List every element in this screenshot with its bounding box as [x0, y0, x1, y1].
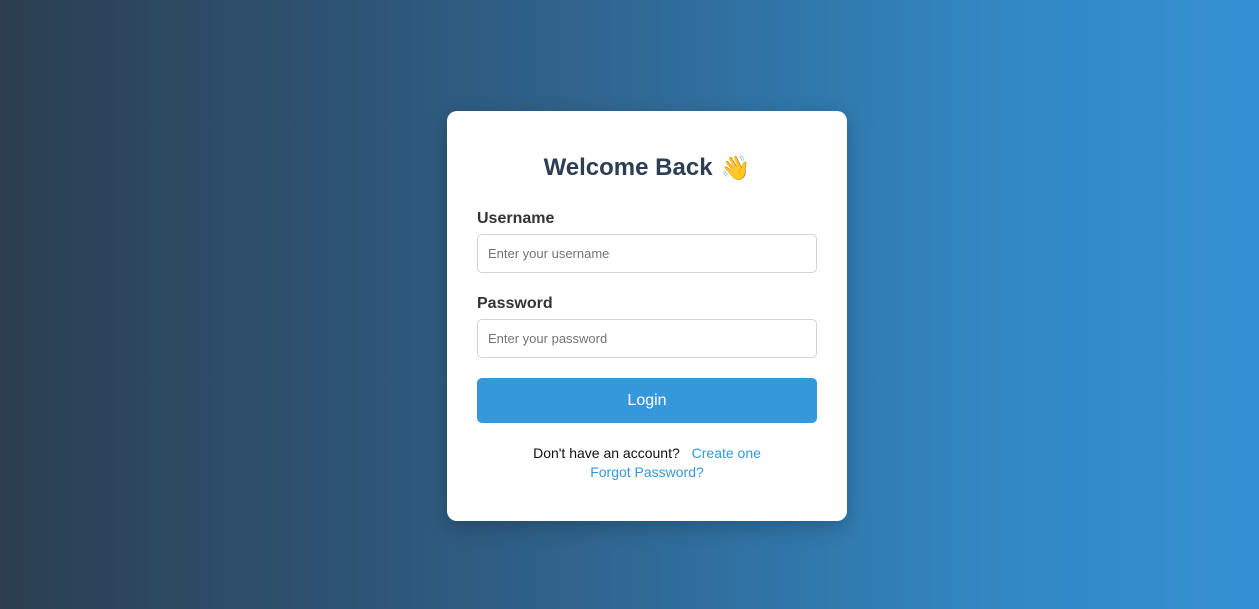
login-card: Welcome Back 👋 Username Password Login Do…	[447, 111, 847, 521]
title-text: Welcome Back	[543, 154, 713, 181]
forgot-password-link[interactable]: Forgot Password?	[590, 464, 704, 480]
username-input[interactable]	[477, 234, 817, 273]
page-title: Welcome Back 👋	[447, 153, 847, 184]
signup-prompt-text: Don't have an account?	[533, 445, 680, 461]
password-input[interactable]	[477, 319, 817, 358]
account-links: Don't have an account? Create one Forgot…	[447, 444, 847, 482]
password-label: Password	[477, 295, 553, 312]
forgot-row: Forgot Password?	[447, 463, 847, 482]
signup-row: Don't have an account? Create one	[447, 444, 847, 463]
create-account-link[interactable]: Create one	[692, 445, 761, 461]
login-button[interactable]: Login	[477, 378, 817, 423]
waving-hand-icon: 👋	[720, 154, 751, 182]
username-label: Username	[477, 210, 555, 227]
